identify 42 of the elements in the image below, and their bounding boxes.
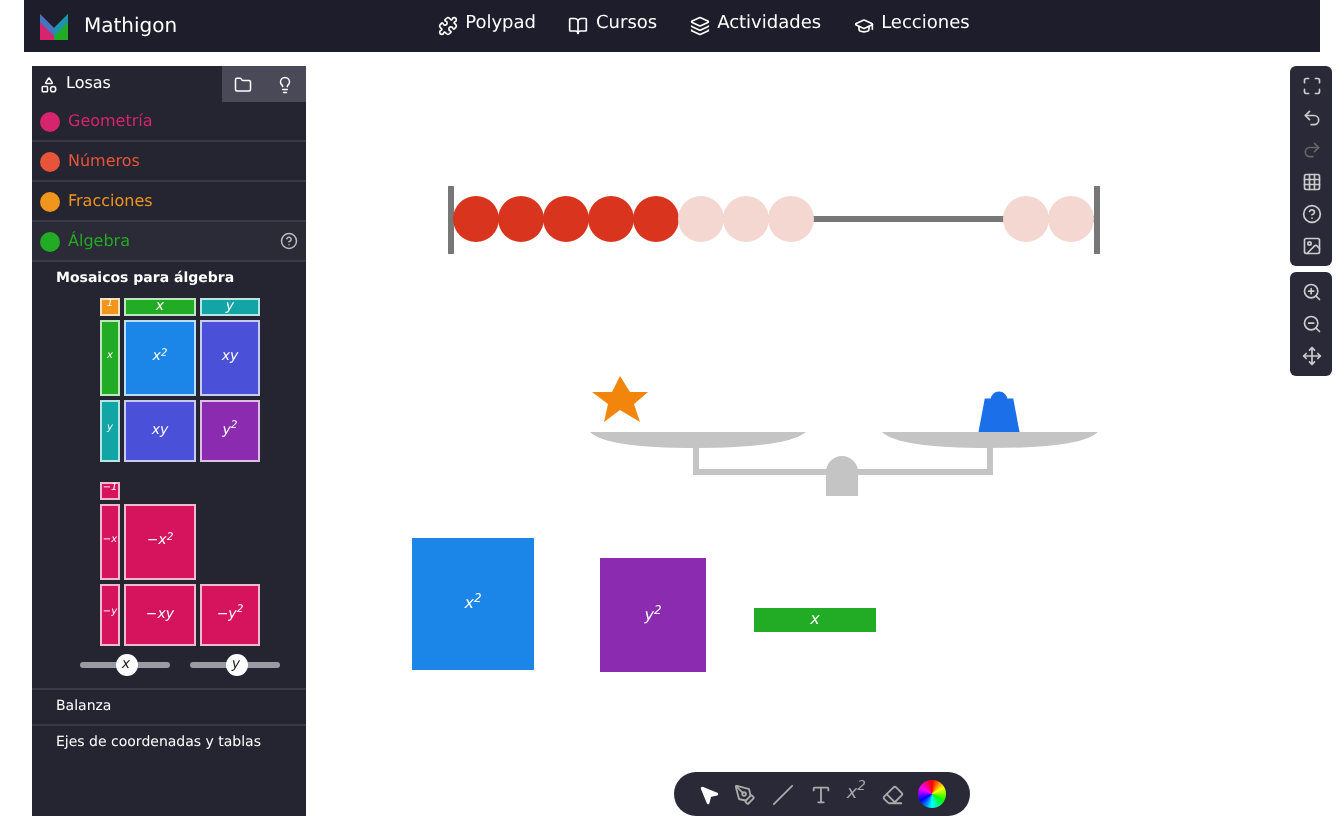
- nav-link[interactable]: Lecciones: [853, 12, 970, 40]
- algebra-tile[interactable]: x$^{2}$: [412, 538, 534, 670]
- image-icon[interactable]: [1301, 236, 1321, 256]
- help-icon[interactable]: [280, 232, 298, 250]
- category-row[interactable]: Geometría: [32, 102, 306, 142]
- help-icon[interactable]: [1301, 204, 1321, 224]
- undo-icon[interactable]: [1301, 108, 1321, 128]
- category-label: Álgebra: [68, 229, 132, 253]
- sidebar-tab[interactable]: [264, 66, 306, 102]
- nav-link[interactable]: Cursos: [568, 12, 658, 40]
- nav-icon: [437, 16, 458, 36]
- nav-icon: [568, 16, 588, 36]
- zoom-out-icon[interactable]: [1301, 314, 1321, 334]
- nav-icon: [689, 16, 710, 36]
- algebra-tile[interactable]: y$^{2}$: [600, 558, 706, 672]
- category-label: Números: [68, 149, 142, 173]
- lightbulb-icon: [276, 75, 294, 93]
- abacus-drawing[interactable]: [444, 182, 1104, 258]
- category-label: Geometría: [68, 109, 155, 133]
- color-wheel-icon[interactable]: [918, 780, 947, 808]
- category-row[interactable]: Números: [32, 142, 306, 182]
- sidebar-tab[interactable]: [222, 66, 264, 102]
- text-box-icon[interactable]: [809, 783, 832, 805]
- pen-icon[interactable]: [734, 783, 757, 805]
- category-row[interactable]: Álgebra: [32, 222, 306, 262]
- grid-icon[interactable]: [1301, 172, 1321, 192]
- category-label: Fracciones: [68, 189, 155, 213]
- zoom-in-icon[interactable]: [1301, 282, 1321, 302]
- eraser-icon[interactable]: [881, 783, 904, 805]
- move-icon[interactable]: [1301, 346, 1321, 366]
- shapes-icon: [40, 75, 58, 93]
- equation-tool[interactable]: x$^{2}$: [846, 785, 866, 803]
- nav-link[interactable]: Actividades: [689, 12, 822, 40]
- redo-icon[interactable]: [1301, 140, 1321, 160]
- fullscreen-icon[interactable]: [1301, 76, 1321, 96]
- folder-icon: [234, 75, 252, 93]
- brand-name[interactable]: Mathigon: [84, 11, 178, 41]
- logo-icon: [40, 13, 68, 39]
- nav-link[interactable]: Polypad: [437, 12, 536, 40]
- nav-icon: [853, 16, 874, 36]
- line-icon[interactable]: [772, 783, 795, 805]
- pointer-icon[interactable]: [697, 783, 720, 805]
